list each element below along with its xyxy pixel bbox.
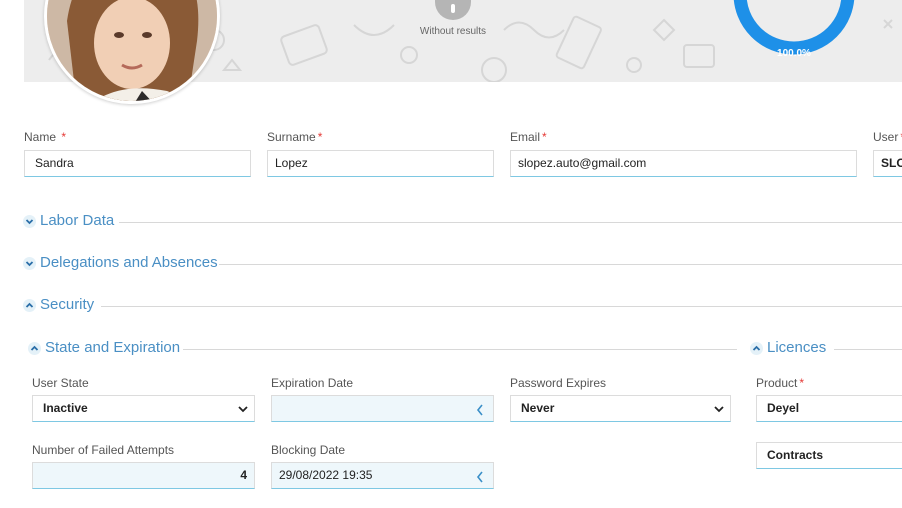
password-expires-select[interactable]: Never — [510, 395, 731, 422]
no-results-indicator: Without results — [393, 0, 513, 37]
required-marker: * — [317, 130, 323, 144]
expiration-date-label: Expiration Date — [271, 376, 354, 390]
required-marker: * — [799, 376, 805, 390]
product-label: Product * — [756, 376, 805, 390]
user-field[interactable]: SLOPEZ — [873, 150, 902, 177]
chevron-down-icon — [238, 406, 248, 413]
chevron-left-icon[interactable] — [476, 471, 484, 483]
expiration-date-field[interactable] — [271, 395, 494, 422]
email-field[interactable]: slopez.auto@gmail.com — [510, 150, 857, 177]
section-divider — [101, 306, 902, 307]
completion-ring — [733, 0, 855, 55]
chevron-down-icon — [714, 406, 724, 413]
blocking-date-label: Blocking Date — [271, 443, 346, 457]
chevron-up-icon[interactable] — [28, 342, 41, 355]
section-divider — [119, 222, 902, 223]
chevron-up-icon[interactable] — [23, 299, 36, 312]
section-title: Delegations and Absences — [40, 254, 218, 271]
section-labor-data[interactable]: Labor Data — [23, 212, 902, 232]
name-label: Name * — [24, 130, 67, 144]
section-delegations[interactable]: Delegations and Absences — [23, 254, 902, 274]
required-marker: * — [542, 130, 547, 144]
completion-label: 100.0% — [777, 48, 811, 59]
section-title: State and Expiration — [45, 339, 181, 356]
completion-donut — [733, 0, 855, 55]
user-state-label: User State — [32, 376, 89, 390]
section-title: Licences — [767, 339, 827, 356]
section-security[interactable]: Security — [23, 296, 902, 316]
password-expires-label: Password Expires — [510, 376, 607, 390]
section-state-expiration[interactable]: State and Expiration — [28, 339, 737, 359]
name-field[interactable]: Sandra — [24, 150, 251, 177]
product-value-2[interactable]: Contracts — [756, 442, 902, 469]
product-select[interactable]: Deyel — [756, 395, 902, 422]
chevron-down-icon[interactable] — [23, 215, 36, 228]
failed-attempts-label: Number of Failed Attempts — [32, 443, 175, 457]
section-licences[interactable]: Licences — [750, 339, 902, 359]
email-label: Email * — [510, 130, 547, 144]
avatar-photo — [47, 0, 217, 101]
failed-attempts-field[interactable]: 4 — [32, 462, 255, 489]
surname-label: Surname * — [267, 130, 323, 144]
section-divider — [219, 264, 902, 265]
section-title: Labor Data — [40, 212, 115, 229]
alert-icon — [435, 0, 471, 20]
no-results-label: Without results — [419, 26, 487, 37]
chevron-up-icon[interactable] — [750, 342, 763, 355]
required-marker: * — [61, 130, 67, 144]
section-title: Security — [40, 296, 95, 313]
user-state-select[interactable]: Inactive — [32, 395, 255, 422]
blocking-date-field[interactable]: 29/08/2022 19:35 — [271, 462, 494, 489]
user-label: User* — [873, 130, 902, 144]
user-avatar[interactable] — [44, 0, 220, 104]
surname-field[interactable]: Lopez — [267, 150, 494, 177]
chevron-down-icon[interactable] — [23, 257, 36, 270]
section-divider — [183, 349, 737, 350]
section-divider — [834, 349, 902, 350]
chevron-left-icon[interactable] — [476, 404, 484, 416]
